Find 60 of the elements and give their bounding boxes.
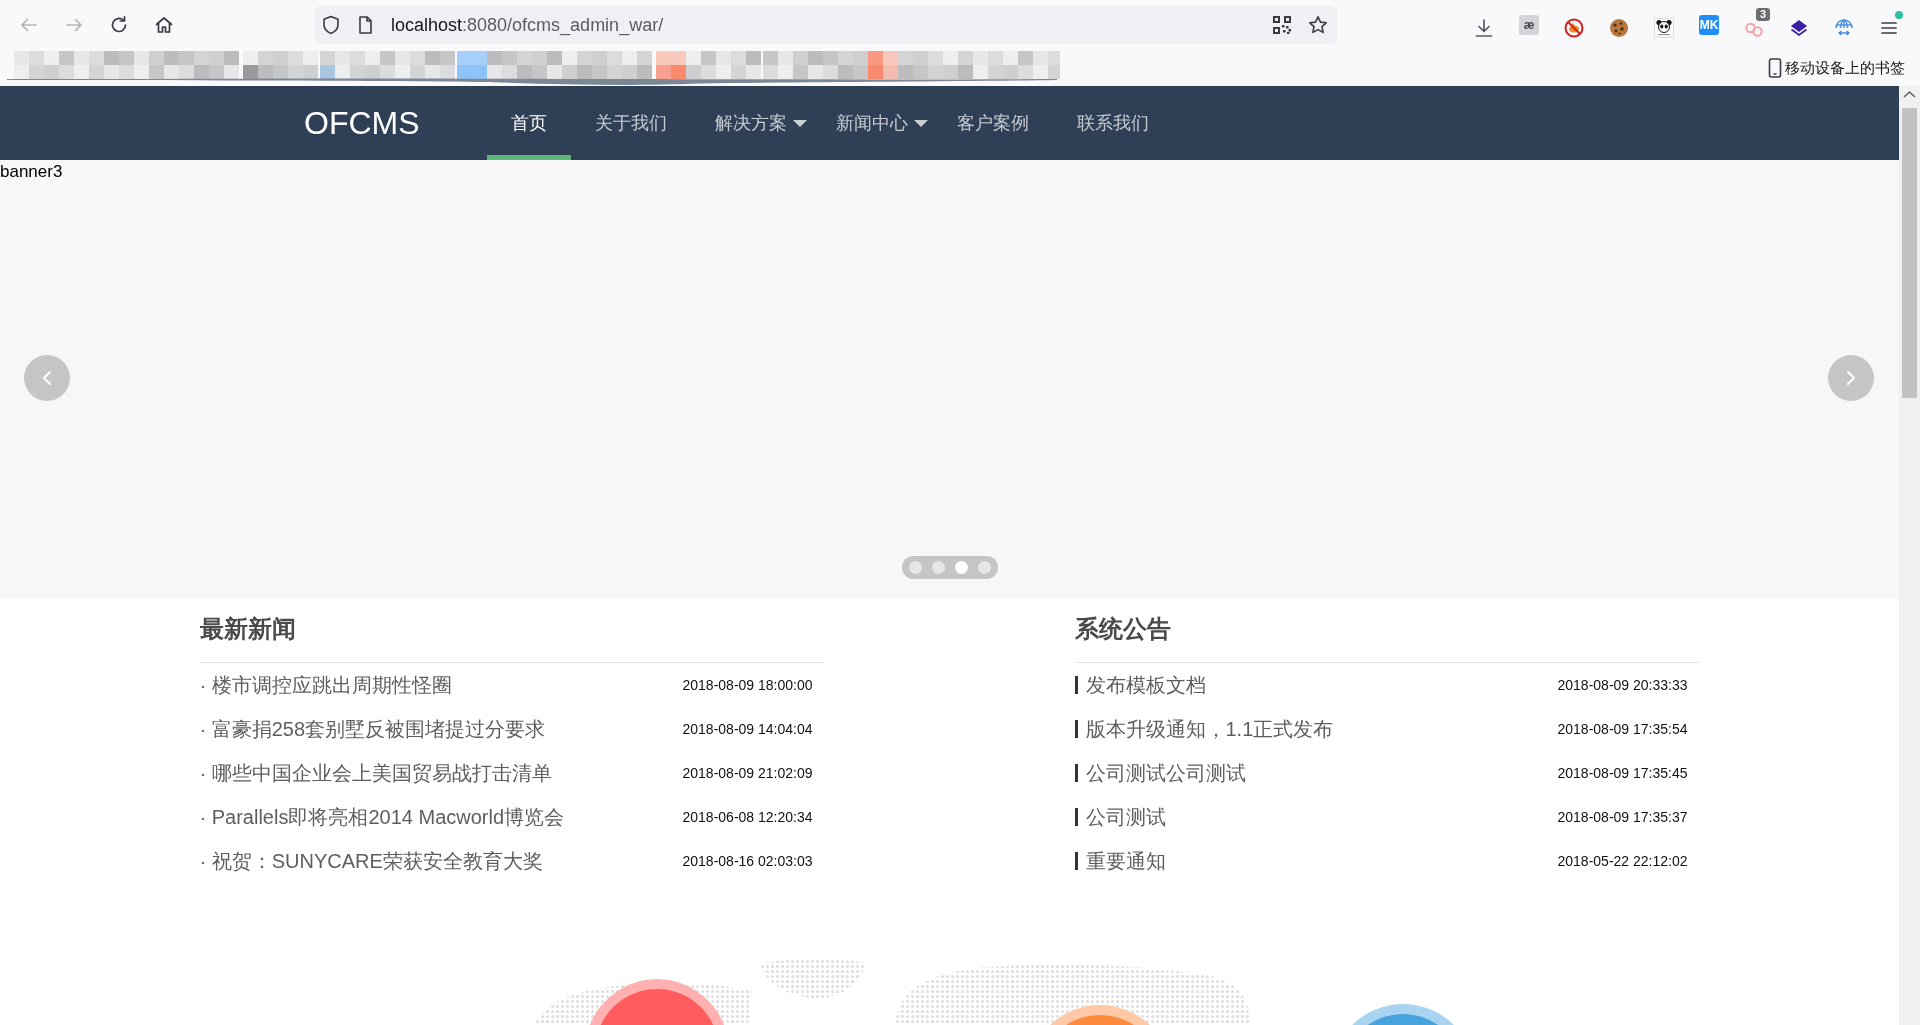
publish-date: 2018-08-09 17:35:45 bbox=[1557, 763, 1688, 783]
carousel-dot[interactable] bbox=[931, 561, 945, 574]
publish-date: 2018-08-09 14:04:04 bbox=[682, 719, 813, 739]
publish-date: 2018-06-08 12:20:34 bbox=[682, 807, 813, 827]
publish-date: 2018-08-09 17:35:54 bbox=[1557, 719, 1688, 739]
shield-icon[interactable] bbox=[321, 15, 341, 35]
caret-icon bbox=[792, 119, 807, 127]
notification-dot-icon bbox=[1895, 11, 1903, 19]
extension-badge: 3 bbox=[1756, 8, 1771, 21]
cookie-icon[interactable] bbox=[1609, 17, 1629, 38]
nav-link[interactable]: 关于我们 bbox=[570, 86, 691, 160]
vertical-bar-icon bbox=[1074, 764, 1078, 782]
address-bar[interactable]: localhost:8080/ofcms_admin_war/ bbox=[315, 6, 1337, 44]
image-alt-text: banner3 bbox=[0, 161, 63, 183]
notice-link[interactable]: 重要通知 bbox=[1085, 846, 1166, 876]
vertical-bar-icon bbox=[1074, 676, 1078, 694]
bookmarks-folder-button[interactable]: 移动设备上的书签 bbox=[1768, 56, 1905, 80]
extension-button[interactable]: æ bbox=[1519, 15, 1539, 35]
nav-link[interactable]: 客户案例 bbox=[932, 86, 1053, 160]
globe-icon[interactable] bbox=[1834, 17, 1854, 38]
site-logo-text[interactable]: OFCMS bbox=[304, 86, 420, 160]
publish-date: 2018-08-09 18:00:00 bbox=[682, 675, 813, 695]
news-link[interactable]: · 祝贺：SUNYCARE荣获安全教育大奖 bbox=[199, 846, 543, 876]
prohibition-sign-icon[interactable] bbox=[1564, 17, 1584, 38]
notice-link[interactable]: 公司测试公司测试 bbox=[1085, 758, 1246, 788]
publish-date: 2018-08-09 17:35:37 bbox=[1557, 807, 1688, 827]
home-icon[interactable] bbox=[154, 15, 174, 35]
star-icon[interactable] bbox=[1308, 15, 1328, 35]
scrollbar-thumb[interactable] bbox=[1902, 108, 1917, 398]
phone-icon bbox=[1768, 58, 1782, 78]
news-link[interactable]: · 楼市调控应跳出周期性怪圈 bbox=[199, 670, 452, 700]
publish-date: 2018-05-22 22:12:02 bbox=[1557, 851, 1688, 871]
qr-code-icon[interactable] bbox=[1272, 15, 1292, 35]
layers-icon[interactable] bbox=[1789, 17, 1809, 38]
vertical-bar-icon bbox=[1074, 720, 1078, 738]
carousel-dot[interactable] bbox=[908, 561, 922, 574]
carousel-dot[interactable] bbox=[954, 561, 968, 574]
news-link[interactable]: · 富豪捐258套别墅反被围堵提过分要求 bbox=[199, 714, 546, 744]
download-icon[interactable] bbox=[1474, 17, 1494, 38]
notice-link[interactable]: 版本升级通知，1.1正式发布 bbox=[1085, 714, 1334, 744]
section-heading: 系统公告 bbox=[1074, 614, 1171, 644]
news-link[interactable]: · Parallels即将亮相2014 Macworld博览会 bbox=[199, 802, 565, 832]
vertical-bar-icon bbox=[1074, 852, 1078, 870]
publish-date: 2018-08-16 02:03:03 bbox=[682, 851, 813, 871]
nav-link[interactable]: 解决方案 bbox=[690, 86, 812, 160]
vertical-bar-icon bbox=[1074, 808, 1078, 826]
nav-link[interactable]: 联系我们 bbox=[1052, 86, 1173, 160]
panda-icon[interactable] bbox=[1654, 17, 1674, 38]
notice-link[interactable]: 公司测试 bbox=[1085, 802, 1166, 832]
news-link[interactable]: · 哪些中国企业会上美国贸易战打击清单 bbox=[199, 758, 552, 788]
carousel-dot[interactable] bbox=[977, 561, 991, 574]
url-text[interactable]: localhost:8080/ofcms_admin_war/ bbox=[391, 11, 664, 39]
caret-icon bbox=[913, 119, 928, 127]
nav-link[interactable]: 首页 bbox=[486, 86, 571, 160]
publish-date: 2018-08-09 20:33:33 bbox=[1557, 675, 1688, 695]
publish-date: 2018-08-09 21:02:09 bbox=[682, 763, 813, 783]
nav-link[interactable]: 新闻中心 bbox=[811, 86, 933, 160]
notice-link[interactable]: 发布模板文档 bbox=[1085, 670, 1206, 700]
reload-icon[interactable] bbox=[109, 15, 129, 35]
section-heading: 最新新闻 bbox=[199, 614, 296, 644]
